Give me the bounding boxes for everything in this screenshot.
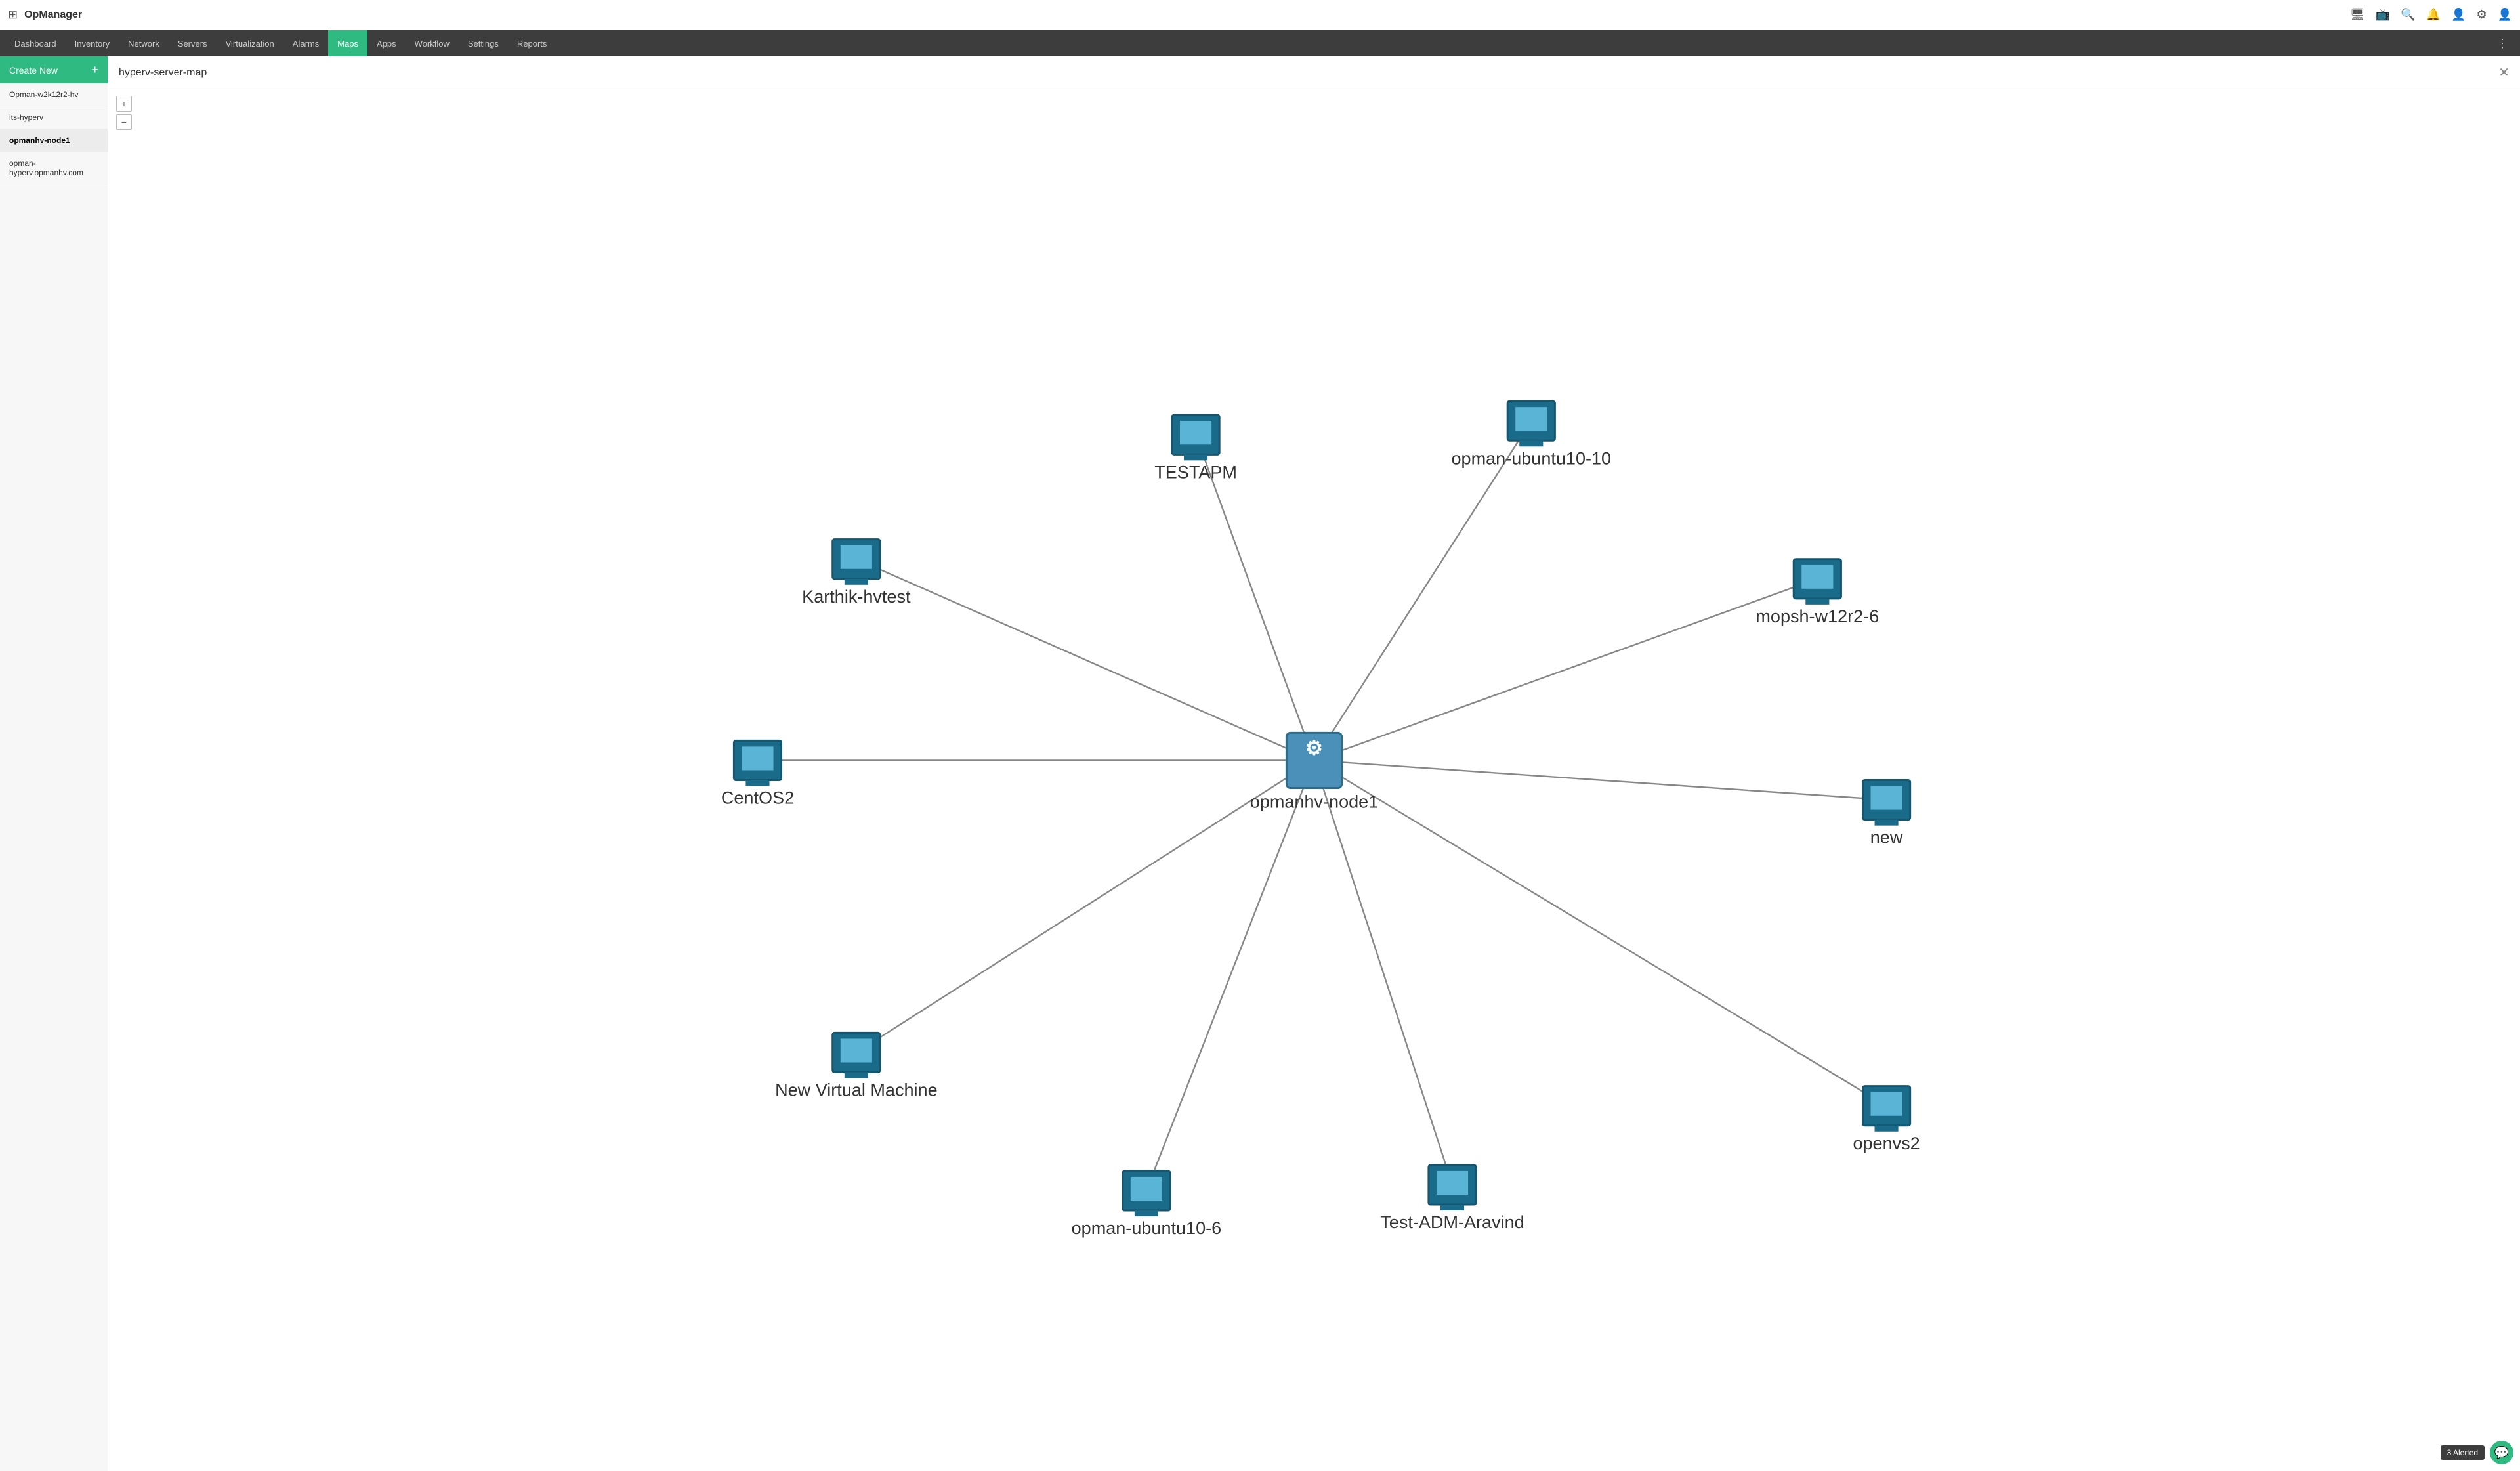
nav-workflow[interactable]: Workflow xyxy=(406,30,459,56)
map-canvas[interactable]: ⚙ opmanhv-node1 TESTAPM opman-ubuntu10- xyxy=(108,89,2520,1471)
node-ubuntu10-10-label: opman-ubuntu10-10 xyxy=(1451,448,1611,468)
nav-dashboard[interactable]: Dashboard xyxy=(5,30,66,56)
sidebar: Create New + Opman-w2k12r2-hv its-hyperv… xyxy=(0,56,108,1471)
account-icon[interactable]: 👤 xyxy=(2498,8,2512,22)
node-openvs2[interactable]: openvs2 xyxy=(1853,1086,1920,1153)
zoom-in-button[interactable]: + xyxy=(116,96,132,112)
node-new-vm[interactable]: New Virtual Machine xyxy=(775,1033,938,1099)
nav-network[interactable]: Network xyxy=(119,30,169,56)
node-karthik-hvtest[interactable]: Karthik-hvtest xyxy=(802,540,911,607)
node-opman-ubuntu-10[interactable]: opman-ubuntu10-10 xyxy=(1451,401,1611,468)
notification-icon[interactable]: 🔔 xyxy=(2426,8,2441,22)
nav-alarms[interactable]: Alarms xyxy=(284,30,328,56)
monitor-icon[interactable]: 🖥 xyxy=(2350,8,2365,22)
node-mopsh-label: mopsh-w12r2-6 xyxy=(1755,607,1879,626)
node-center-label: opmanhv-node1 xyxy=(1250,792,1378,812)
nav-virtualization[interactable]: Virtualization xyxy=(217,30,284,56)
nav-reports[interactable]: Reports xyxy=(508,30,556,56)
svg-text:⚙: ⚙ xyxy=(1305,737,1323,759)
alert-label: Alerted xyxy=(2453,1448,2478,1457)
node-centos2[interactable]: CentOS2 xyxy=(721,740,794,807)
node-centos2-label: CentOS2 xyxy=(721,788,794,808)
map-controls: + − xyxy=(116,96,132,130)
node-test-adm-aravind[interactable]: Test-ADM-Aravind xyxy=(1380,1165,1524,1232)
bell-alert-icon[interactable]: 📺 xyxy=(2376,8,2390,22)
search-icon[interactable]: 🔍 xyxy=(2401,8,2415,22)
node-new-label: new xyxy=(1870,828,1903,847)
sidebar-item-opman-w2k12r2-hv[interactable]: Opman-w2k12r2-hv xyxy=(0,83,108,106)
node-newvm-label: New Virtual Machine xyxy=(775,1080,938,1100)
main-content: hyperv-server-map ✕ + − xyxy=(108,56,2520,1471)
nav-inventory[interactable]: Inventory xyxy=(66,30,119,56)
settings-icon[interactable]: ⚙ xyxy=(2476,8,2487,22)
nav-servers[interactable]: Servers xyxy=(169,30,217,56)
sidebar-item-opman-hyperv[interactable]: opman-hyperv.opmanhv.com xyxy=(0,152,108,184)
node-karthik-label: Karthik-hvtest xyxy=(802,587,911,607)
node-new[interactable]: new xyxy=(1862,780,1910,847)
app-grid-icon[interactable]: ⊞ xyxy=(8,8,18,22)
sidebar-item-its-hyperv[interactable]: its-hyperv xyxy=(0,106,108,129)
bottom-right-area: 3 Alerted 💬 xyxy=(2441,1441,2513,1464)
map-header: hyperv-server-map ✕ xyxy=(108,56,2520,89)
close-button[interactable]: ✕ xyxy=(2498,64,2510,81)
alert-badge[interactable]: 3 Alerted xyxy=(2441,1445,2485,1460)
node-ubuntu10-6-label: opman-ubuntu10-6 xyxy=(1072,1218,1222,1238)
nav-settings[interactable]: Settings xyxy=(459,30,508,56)
create-new-label: Create New xyxy=(9,65,58,75)
zoom-out-button[interactable]: − xyxy=(116,114,132,130)
map-title: hyperv-server-map xyxy=(119,67,207,79)
node-testapm-label: TESTAPM xyxy=(1154,462,1237,482)
node-testapm[interactable]: TESTAPM xyxy=(1154,415,1237,482)
sidebar-item-opmanhv-node1[interactable]: opmanhv-node1 xyxy=(0,129,108,152)
node-mopsh-w12r2[interactable]: mopsh-w12r2-6 xyxy=(1755,559,1879,626)
app-title: OpManager xyxy=(24,9,82,21)
nav-maps[interactable]: Maps xyxy=(328,30,368,56)
nav-apps[interactable]: Apps xyxy=(368,30,406,56)
node-openvs2-label: openvs2 xyxy=(1853,1134,1920,1153)
chat-button[interactable]: 💬 xyxy=(2490,1441,2513,1464)
node-opman-ubuntu-6[interactable]: opman-ubuntu10-6 xyxy=(1072,1171,1222,1238)
navbar-more-icon[interactable]: ⋮ xyxy=(2490,37,2515,51)
user-icon[interactable]: 👤 xyxy=(2451,8,2466,22)
node-test-adm-label: Test-ADM-Aravind xyxy=(1380,1212,1524,1232)
create-new-button[interactable]: Create New + xyxy=(0,56,108,83)
plus-icon: + xyxy=(91,63,98,77)
alert-count: 3 xyxy=(2447,1448,2452,1457)
